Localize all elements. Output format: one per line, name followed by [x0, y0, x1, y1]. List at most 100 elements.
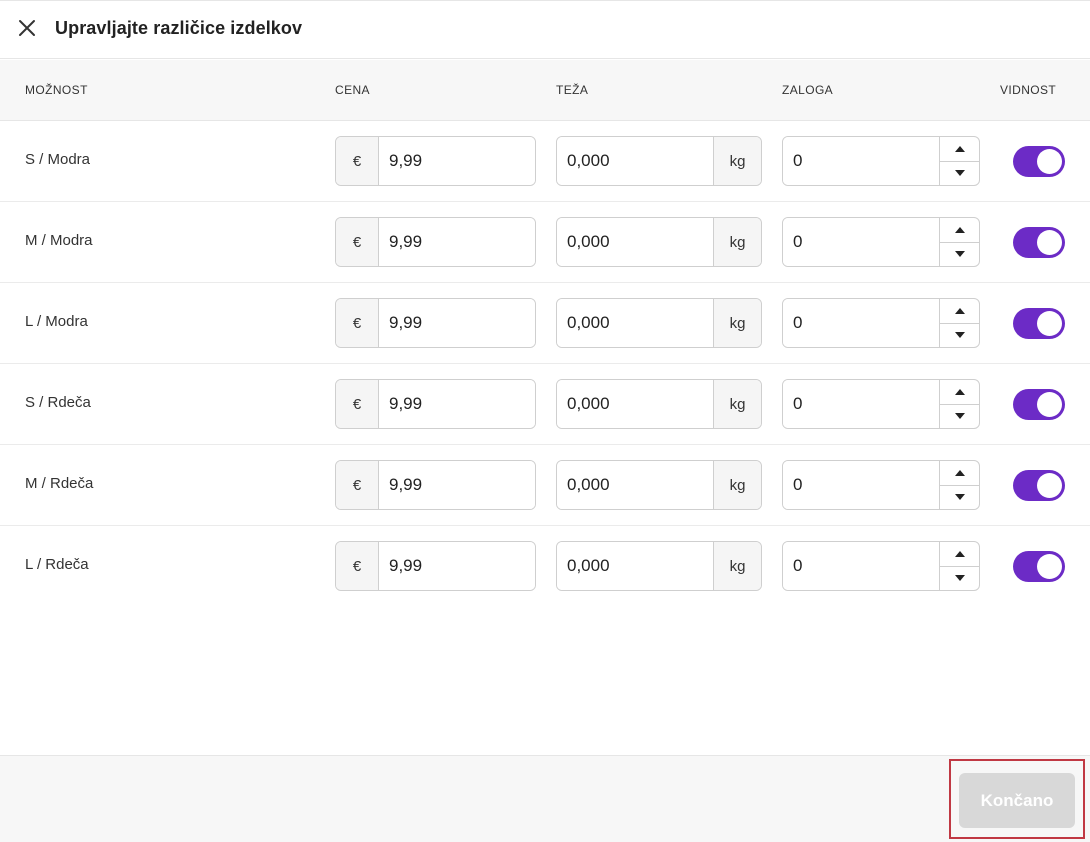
visibility-toggle[interactable] — [1013, 470, 1065, 501]
price-field: € — [335, 541, 536, 591]
toggle-knob — [1037, 149, 1062, 174]
currency-prefix: € — [336, 542, 379, 590]
done-button[interactable]: Končano — [959, 773, 1075, 828]
dialog-title: Upravljajte različice izdelkov — [55, 18, 303, 38]
stock-input[interactable] — [783, 542, 939, 590]
currency-prefix: € — [336, 137, 379, 185]
price-input[interactable] — [379, 542, 535, 590]
visibility-toggle[interactable] — [1013, 389, 1065, 420]
column-header-weight: TEŽA — [556, 83, 589, 97]
caret-up-icon — [954, 226, 965, 233]
weight-field: kg — [556, 379, 762, 429]
weight-field: kg — [556, 217, 762, 267]
weight-unit-suffix: kg — [713, 380, 761, 428]
price-field: € — [335, 217, 536, 267]
increment-button[interactable] — [940, 542, 979, 567]
increment-button[interactable] — [940, 461, 979, 486]
price-field: € — [335, 298, 536, 348]
caret-up-icon — [954, 388, 965, 395]
visibility-toggle[interactable] — [1013, 308, 1065, 339]
caret-down-icon — [954, 251, 965, 258]
caret-down-icon — [954, 575, 965, 582]
increment-button[interactable] — [940, 380, 979, 405]
variant-label: M / Modra — [25, 232, 93, 249]
weight-field: kg — [556, 298, 762, 348]
weight-field: kg — [556, 541, 762, 591]
decrement-button[interactable] — [940, 162, 979, 186]
column-header-option: MOŽNOST — [25, 83, 88, 97]
variant-label: L / Modra — [25, 313, 88, 330]
stock-input[interactable] — [783, 461, 939, 509]
increment-button[interactable] — [940, 299, 979, 324]
quantity-stepper — [939, 137, 979, 185]
toggle-knob — [1037, 230, 1062, 255]
variant-label: S / Rdeča — [25, 394, 91, 411]
weight-unit-suffix: kg — [713, 461, 761, 509]
stock-input[interactable] — [783, 299, 939, 347]
currency-prefix: € — [336, 461, 379, 509]
caret-up-icon — [954, 469, 965, 476]
decrement-button[interactable] — [940, 567, 979, 591]
increment-button[interactable] — [940, 218, 979, 243]
increment-button[interactable] — [940, 137, 979, 162]
stock-field — [782, 298, 980, 348]
stock-input[interactable] — [783, 137, 939, 185]
weight-unit-suffix: kg — [713, 299, 761, 347]
decrement-button[interactable] — [940, 243, 979, 267]
quantity-stepper — [939, 461, 979, 509]
caret-up-icon — [954, 550, 965, 557]
visibility-toggle[interactable] — [1013, 551, 1065, 582]
stock-input[interactable] — [783, 218, 939, 266]
variant-label: M / Rdeča — [25, 475, 94, 492]
weight-field: kg — [556, 460, 762, 510]
caret-down-icon — [954, 170, 965, 177]
weight-unit-suffix: kg — [713, 218, 761, 266]
table-row: S / Modra € kg — [0, 121, 1090, 202]
stock-field — [782, 136, 980, 186]
column-header-price: CENA — [335, 83, 370, 97]
caret-up-icon — [954, 307, 965, 314]
stock-field — [782, 460, 980, 510]
decrement-button[interactable] — [940, 324, 979, 348]
decrement-button[interactable] — [940, 405, 979, 429]
stock-field — [782, 541, 980, 591]
weight-input[interactable] — [557, 542, 713, 590]
table-row: L / Modra € kg — [0, 283, 1090, 364]
weight-input[interactable] — [557, 218, 713, 266]
table-row: M / Rdeča € kg — [0, 445, 1090, 526]
decrement-button[interactable] — [940, 486, 979, 510]
column-header-stock: ZALOGA — [782, 83, 834, 97]
price-field: € — [335, 379, 536, 429]
currency-prefix: € — [336, 299, 379, 347]
weight-input[interactable] — [557, 380, 713, 428]
close-button[interactable] — [14, 15, 40, 41]
stock-field — [782, 379, 980, 429]
dialog-header: Upravljajte različice izdelkov — [0, 0, 1090, 59]
quantity-stepper — [939, 299, 979, 347]
stock-input[interactable] — [783, 380, 939, 428]
weight-unit-suffix: kg — [713, 542, 761, 590]
visibility-toggle[interactable] — [1013, 227, 1065, 258]
weight-input[interactable] — [557, 461, 713, 509]
currency-prefix: € — [336, 380, 379, 428]
price-input[interactable] — [379, 218, 535, 266]
variant-label: L / Rdeča — [25, 556, 89, 573]
price-input[interactable] — [379, 299, 535, 347]
quantity-stepper — [939, 542, 979, 590]
weight-field: kg — [556, 136, 762, 186]
toggle-knob — [1037, 473, 1062, 498]
column-header-visibility: VIDNOST — [1000, 83, 1057, 97]
visibility-toggle[interactable] — [1013, 146, 1065, 177]
caret-up-icon — [954, 145, 965, 152]
table-row: S / Rdeča € kg — [0, 364, 1090, 445]
close-icon — [19, 20, 35, 36]
weight-unit-suffix: kg — [713, 137, 761, 185]
weight-input[interactable] — [557, 299, 713, 347]
price-input[interactable] — [379, 461, 535, 509]
quantity-stepper — [939, 380, 979, 428]
price-input[interactable] — [379, 380, 535, 428]
currency-prefix: € — [336, 218, 379, 266]
price-input[interactable] — [379, 137, 535, 185]
quantity-stepper — [939, 218, 979, 266]
weight-input[interactable] — [557, 137, 713, 185]
